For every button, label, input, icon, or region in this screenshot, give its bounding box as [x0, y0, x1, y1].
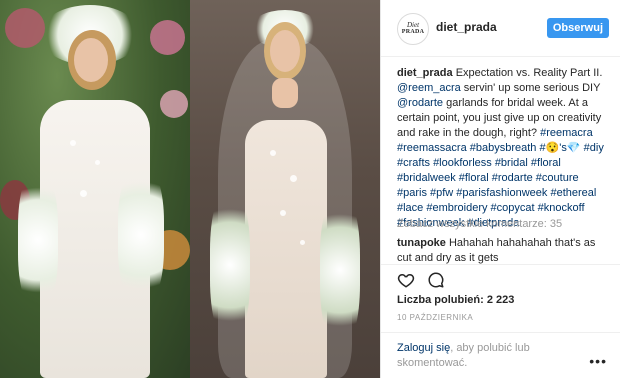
login-prompt: Zaloguj się, aby polubić lub skomentować… — [397, 341, 567, 371]
comment: tunapoke Hahahah hahahahah that's as cut… — [397, 236, 609, 266]
login-link[interactable]: Zaloguj się — [397, 342, 450, 354]
mention-rodarte[interactable]: @rodarte — [397, 97, 443, 109]
avatar-logo-line2: PRADA — [401, 29, 425, 35]
hashtags-group-2[interactable]: #diy #crafts #lookforless #bridal #flora… — [397, 142, 604, 229]
likes-count[interactable]: Liczba polubień: 2 223 — [397, 294, 514, 306]
caption-text: servin' up some serious DIY — [460, 82, 601, 94]
view-all-comments-link[interactable]: Zobacz wszystkie komentarze: 35 — [397, 218, 562, 230]
caption-text: Expectation vs. Reality Part II. — [452, 67, 603, 79]
runway-photo-left — [0, 0, 190, 378]
avatar[interactable]: Diet PRADA — [397, 13, 429, 45]
comment-username[interactable]: tunapoke — [397, 237, 446, 249]
avatar-logo-line1: Diet — [406, 21, 420, 29]
post-side-panel: Diet PRADA diet_prada Obserwuj diet_prad… — [380, 0, 620, 378]
post-image[interactable] — [0, 0, 380, 378]
post-caption: diet_prada Expectation vs. Reality Part … — [397, 66, 609, 231]
mention-reem-acra[interactable]: @reem_acra — [397, 82, 461, 94]
follow-button[interactable]: Obserwuj — [546, 18, 609, 38]
comment-icon[interactable] — [427, 271, 445, 289]
instagram-post: Diet PRADA diet_prada Obserwuj diet_prad… — [0, 0, 620, 378]
action-bar — [381, 264, 620, 293]
login-footer: Zaloguj się, aby polubić lub skomentować… — [381, 332, 620, 379]
heart-icon[interactable] — [397, 271, 415, 289]
emoji-gem: 💎 — [566, 142, 581, 154]
post-date: 10 PAŹDZIERNIKA — [397, 313, 474, 322]
hashtag-suffix[interactable]: 's — [559, 142, 567, 154]
post-header: Diet PRADA diet_prada Obserwuj — [381, 0, 620, 57]
more-options-icon[interactable]: ••• — [589, 353, 607, 369]
username-link[interactable]: diet_prada — [436, 20, 497, 34]
emoji-astonished: 😯 — [545, 142, 560, 154]
caption-username[interactable]: diet_prada — [397, 67, 453, 79]
runway-photo-right — [190, 0, 380, 378]
